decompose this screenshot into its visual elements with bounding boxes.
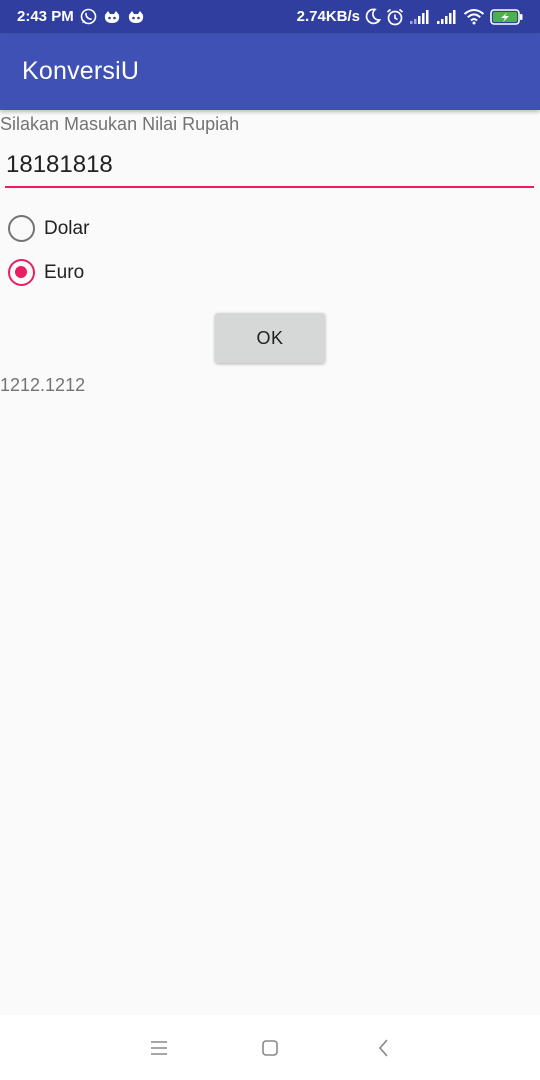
moon-icon (365, 8, 381, 25)
radio-label-dolar: Dolar (44, 217, 90, 239)
radio-button-dolar[interactable] (8, 215, 35, 242)
signal-icon (409, 9, 431, 25)
app-bar: KonversiU (0, 33, 540, 110)
ok-button[interactable]: OK (215, 313, 325, 363)
status-bar-left: 2:43 PM (17, 8, 145, 25)
radio-button-euro[interactable] (8, 259, 35, 286)
radio-option-euro[interactable]: Euro (8, 259, 84, 286)
whatsapp-icon (80, 8, 97, 25)
prompt-label: Silakan Masukan Nilai Rupiah (0, 114, 240, 134)
wifi-icon (463, 8, 485, 25)
app-title: KonversiU (22, 57, 140, 85)
status-time: 2:43 PM (17, 8, 74, 25)
home-square-icon[interactable] (258, 1037, 282, 1059)
signal-icon (436, 9, 458, 25)
status-bar-right: 2.74KB/s (297, 8, 524, 26)
battery-charging-icon (490, 8, 524, 26)
back-icon[interactable] (372, 1037, 396, 1059)
alarm-icon (386, 8, 404, 26)
radio-label-euro: Euro (44, 261, 85, 283)
radio-option-dolar[interactable]: Dolar (8, 215, 89, 242)
robot-icon (127, 10, 145, 24)
navigation-bar (0, 1015, 540, 1080)
status-bar: 2:43 PM 2.74KB/s (0, 0, 540, 33)
network-speed: 2.74KB/s (296, 8, 360, 25)
conversion-result: 1212.1212 (0, 375, 86, 395)
rupiah-amount-input[interactable] (5, 148, 534, 188)
menu-icon[interactable] (147, 1037, 171, 1059)
robot-icon (103, 10, 121, 24)
